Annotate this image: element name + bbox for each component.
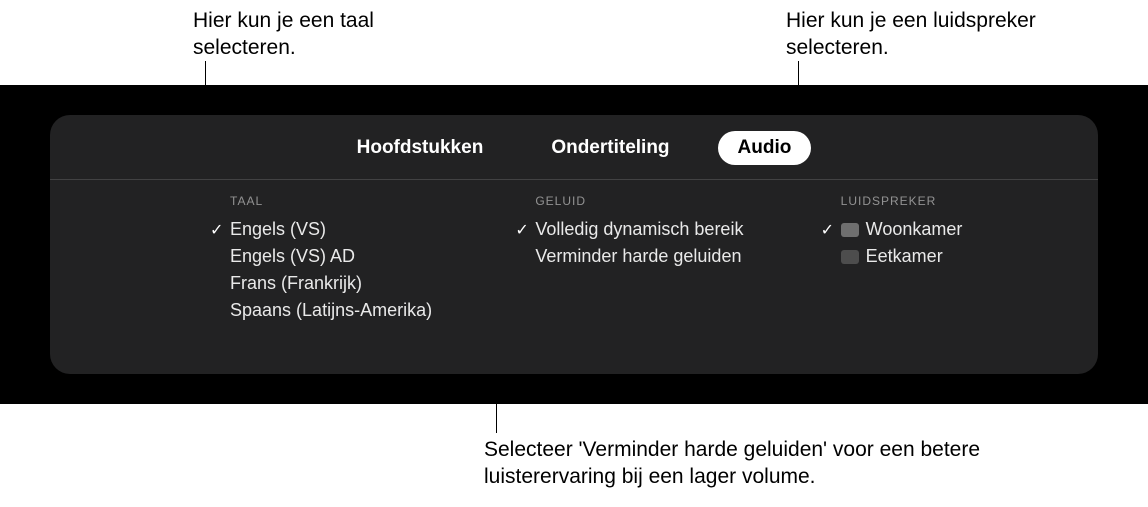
- audio-settings-panel: Hoofdstukken Ondertiteling Audio TAAL ✓ …: [50, 115, 1098, 374]
- geluid-option-volledig-dynamisch[interactable]: ✓ Volledig dynamisch bereik: [515, 216, 792, 243]
- column-luidspreker: LUIDSPREKER ✓ Woonkamer ✓ Eetkamer: [793, 194, 1098, 324]
- tab-hoofdstukken[interactable]: Hoofdstukken: [337, 131, 504, 165]
- tab-audio[interactable]: Audio: [718, 131, 812, 165]
- luidspreker-option-eetkamer[interactable]: ✓ Eetkamer: [821, 243, 1098, 270]
- checkmark-icon: ✓: [821, 220, 841, 240]
- settings-columns: TAAL ✓ Engels (VS) ✓ Engels (VS) AD ✓ Fr…: [50, 180, 1098, 324]
- tab-bar: Hoofdstukken Ondertiteling Audio: [50, 115, 1098, 180]
- geluid-option-verminder-harde[interactable]: ✓ Verminder harde geluiden: [515, 243, 792, 270]
- taal-option-engels-vs[interactable]: ✓ Engels (VS): [210, 216, 487, 243]
- appletv-icon: [841, 223, 859, 237]
- geluid-header: GELUID: [515, 194, 792, 208]
- taal-header: TAAL: [210, 194, 487, 208]
- geluid-option-label: Verminder harde geluiden: [535, 246, 741, 267]
- taal-option-label: Engels (VS) AD: [230, 246, 355, 267]
- checkmark-icon: ✓: [210, 220, 230, 240]
- luidspreker-header: LUIDSPREKER: [821, 194, 1098, 208]
- geluid-option-label: Volledig dynamisch bereik: [535, 219, 743, 240]
- callout-speaker: Hier kun je een luidspreker selecteren.: [786, 7, 1086, 62]
- callout-language: Hier kun je een taal selecteren.: [193, 7, 453, 62]
- column-taal: TAAL ✓ Engels (VS) ✓ Engels (VS) AD ✓ Fr…: [50, 194, 487, 324]
- luidspreker-option-woonkamer[interactable]: ✓ Woonkamer: [821, 216, 1098, 243]
- luidspreker-option-label: Woonkamer: [866, 219, 963, 240]
- taal-option-engels-vs-ad[interactable]: ✓ Engels (VS) AD: [210, 243, 487, 270]
- taal-option-label: Engels (VS): [230, 219, 326, 240]
- checkmark-icon: ✓: [515, 220, 535, 240]
- tab-ondertiteling[interactable]: Ondertiteling: [531, 131, 689, 165]
- taal-option-frans[interactable]: ✓ Frans (Frankrijk): [210, 270, 487, 297]
- homepod-icon: [841, 250, 859, 264]
- taal-option-label: Frans (Frankrijk): [230, 273, 362, 294]
- tv-screen-background: Hoofdstukken Ondertiteling Audio TAAL ✓ …: [0, 85, 1148, 404]
- callout-reduce-loud-sounds: Selecteer 'Verminder harde geluiden' voo…: [484, 436, 1004, 491]
- luidspreker-option-label: Eetkamer: [866, 246, 943, 267]
- taal-option-spaans[interactable]: ✓ Spaans (Latijns-Amerika): [210, 297, 487, 324]
- taal-option-label: Spaans (Latijns-Amerika): [230, 300, 432, 321]
- column-geluid: GELUID ✓ Volledig dynamisch bereik ✓ Ver…: [487, 194, 792, 324]
